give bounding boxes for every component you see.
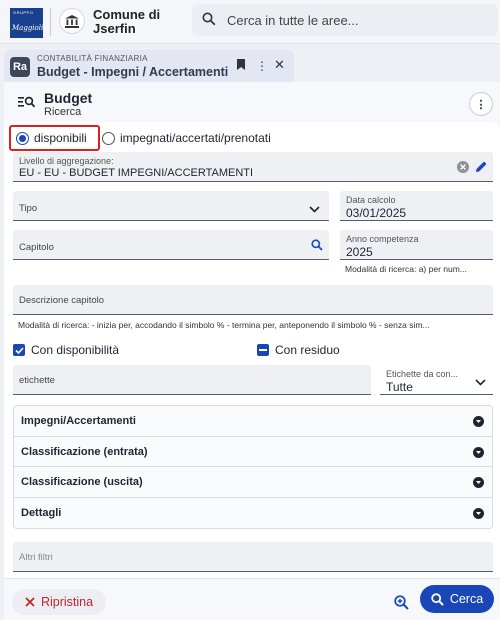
altri-filtri-field[interactable]: Altri filtri	[13, 542, 493, 572]
app-icon: Ra	[10, 57, 30, 77]
expand-icon	[473, 507, 484, 519]
field-placeholder: Capitolo	[19, 242, 54, 253]
search-icon	[202, 12, 216, 29]
radio-label: disponibili	[34, 131, 87, 145]
accordion-dettagli[interactable]: Dettagli	[14, 498, 492, 529]
descrizione-hint: Modalità di ricerca: - inizia per, accod…	[18, 320, 430, 330]
search-placeholder: Cerca in tutte le aree...	[227, 13, 359, 28]
anno-hint: Modalità di ricerca: a) per num...	[345, 264, 467, 274]
field-placeholder: Descrizione capitolo	[19, 295, 105, 306]
zoom-in-icon	[393, 594, 409, 610]
maggioli-logo[interactable]: GRUPPO Maggioli	[10, 8, 43, 38]
search-button[interactable]: Cerca	[420, 585, 494, 613]
municipality-name[interactable]: Comune di Jserfin	[93, 8, 173, 36]
accordion-title: Impegni/Accertamenti	[21, 415, 136, 427]
field-label: Livello di aggregazione:	[19, 156, 114, 166]
field-value: EU - EU - BUDGET IMPEGNI/ACCERTAMENTI	[19, 167, 254, 179]
field-value: 03/01/2025	[346, 206, 407, 220]
expand-icon	[473, 416, 484, 427]
etichette-da-considerare-select[interactable]: Etichette da con... Tutte	[380, 365, 493, 395]
accordion-title: Dettagli	[21, 506, 62, 519]
radio-checked-icon	[16, 131, 29, 145]
data-calcolo-field[interactable]: Data calcolo 03/01/2025	[340, 191, 493, 221]
field-value: Tutte	[386, 380, 413, 394]
accordion-title: Classificazione (entrata)	[21, 445, 148, 458]
field-label: Anno competenza	[346, 234, 419, 244]
field-placeholder: etichette	[19, 375, 55, 386]
logo-group-text: GRUPPO	[13, 10, 34, 15]
field-placeholder: Altri filtri	[19, 552, 53, 563]
tab-title: Budget - Impegni / Accertamenti	[37, 65, 229, 79]
search-panel: Budget Ricerca ⋮ disponibili impegnati/a…	[4, 82, 500, 620]
radio-disponibili[interactable]: disponibili	[16, 131, 87, 145]
panel-subtitle: Ricerca	[44, 106, 82, 118]
search-icon[interactable]	[311, 239, 323, 254]
field-placeholder: Tipo	[19, 203, 38, 214]
reset-label: Ripristina	[40, 595, 94, 609]
edit-icon[interactable]	[475, 160, 488, 176]
expand-icon	[473, 477, 484, 488]
logo-brand-text: Maggioli	[12, 24, 44, 32]
tipo-select[interactable]: Tipo	[13, 191, 329, 221]
top-bar: GRUPPO Maggioli Comune di Jserfin Cerca …	[0, 0, 500, 44]
accordion-title: Classificazione (uscita)	[21, 476, 143, 488]
clear-icon[interactable]	[457, 161, 469, 176]
radio-unchecked-icon	[102, 131, 115, 145]
chevron-down-icon	[475, 375, 486, 389]
accordion-classificazione-entrata[interactable]: Classificazione (entrata)	[14, 437, 492, 467]
tab-section: CONTABILITÀ FINANZIARIA	[37, 54, 148, 63]
search-icon	[431, 592, 444, 606]
panel-title: Budget	[44, 90, 93, 106]
zoom-search-button[interactable]	[389, 590, 413, 614]
panel-menu-button[interactable]: ⋮	[469, 92, 493, 116]
anno-competenza-field[interactable]: Anno competenza 2025	[340, 230, 493, 260]
capitolo-field[interactable]: Capitolo	[13, 230, 329, 260]
checkbox-label: Con residuo	[275, 343, 340, 357]
descrizione-capitolo-field[interactable]: Descrizione capitolo	[13, 285, 493, 315]
expand-icon	[473, 446, 484, 458]
action-bar: Ripristina Cerca	[4, 578, 500, 620]
livello-aggregazione-field[interactable]: Livello di aggregazione: EU - EU - BUDGE…	[13, 152, 493, 182]
municipality-icon[interactable]	[59, 8, 85, 34]
tab-more-icon[interactable]: ⋮	[256, 59, 268, 73]
bookmark-icon[interactable]	[237, 59, 245, 73]
filter-search-icon	[18, 96, 36, 111]
form-area: disponibili impegnati/accertati/prenotat…	[4, 122, 500, 578]
checkbox-label: Con disponibilità	[31, 343, 120, 357]
global-search-input[interactable]: Cerca in tutte le aree...	[192, 4, 498, 36]
radio-impegnati[interactable]: impegnati/accertati/prenotati	[102, 131, 271, 145]
close-icon[interactable]: ✕	[274, 57, 285, 73]
reset-button[interactable]: Ripristina	[12, 589, 106, 615]
checkbox-indeterminate-icon	[257, 344, 269, 356]
radio-label: impegnati/accertati/prenotati	[120, 131, 271, 145]
divider	[50, 8, 51, 36]
tab-budget[interactable]: Ra CONTABILITÀ FINANZIARIA Budget - Impe…	[4, 50, 294, 82]
close-icon	[25, 597, 35, 607]
field-value: 2025	[346, 245, 373, 259]
accordion-classificazione-uscita[interactable]: Classificazione (uscita)	[14, 467, 492, 498]
search-label: Cerca	[449, 592, 484, 606]
accordion-impegni-accertamenti[interactable]: Impegni/Accertamenti	[14, 406, 492, 437]
checkbox-con-disponibilita[interactable]: Con disponibilità	[13, 343, 119, 357]
checkbox-checked-icon	[13, 344, 25, 356]
checkbox-con-residuo[interactable]: Con residuo	[257, 343, 340, 357]
field-label: Data calcolo	[346, 195, 396, 205]
etichette-field[interactable]: etichette	[13, 365, 371, 395]
chevron-down-icon	[309, 202, 320, 216]
accordion: Impegni/Accertamenti Classificazione (en…	[13, 405, 493, 529]
field-label: Etichette da con...	[386, 369, 459, 379]
